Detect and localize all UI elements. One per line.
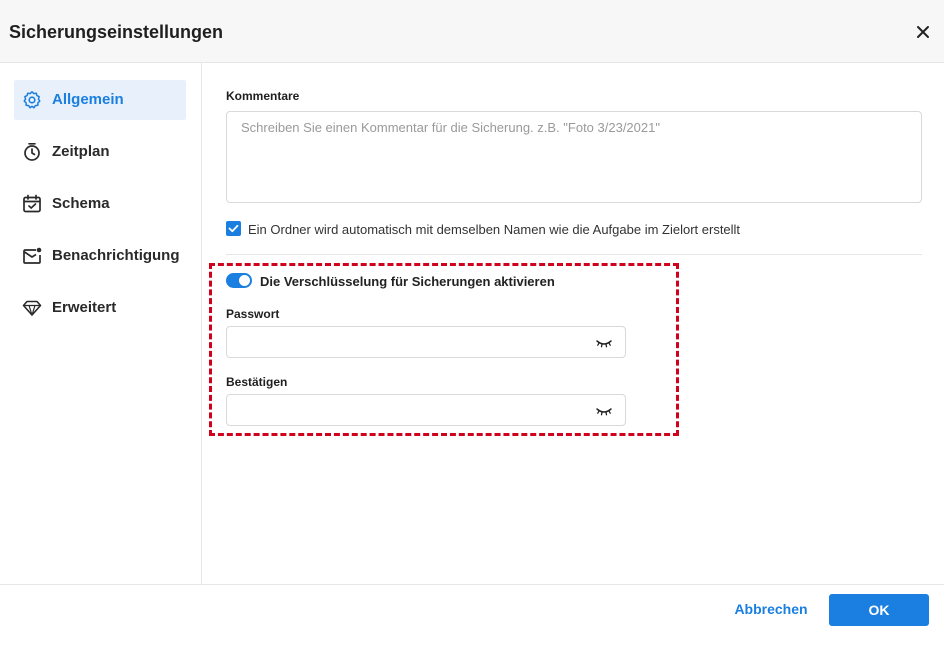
sidebar-item-benachrichtigung[interactable]: Benachrichtigung <box>14 236 186 276</box>
dialog-footer: Abbrechen OK <box>0 584 944 646</box>
ok-button[interactable]: OK <box>829 594 929 626</box>
password-field <box>226 326 626 358</box>
auto-folder-label: Ein Ordner wird automatisch mit demselbe… <box>248 222 741 237</box>
sidebar-item-allgemein[interactable]: Allgemein <box>14 80 186 120</box>
confirm-password-field <box>226 394 626 426</box>
cancel-button[interactable]: Abbrechen <box>724 601 818 621</box>
comments-label: Kommentare <box>226 89 300 103</box>
show-confirm-password-button[interactable] <box>595 404 613 418</box>
confirm-label: Bestätigen <box>226 375 288 389</box>
sidebar-item-schema[interactable]: Schema <box>14 184 186 224</box>
section-divider <box>226 254 922 255</box>
sidebar-item-label: Erweitert <box>52 299 117 316</box>
auto-folder-checkbox[interactable] <box>226 221 241 236</box>
sidebar-item-erweitert[interactable]: Erweitert <box>14 288 186 328</box>
encryption-toggle-label: Die Verschlüsselung für Sicherungen akti… <box>260 274 555 289</box>
mail-notification-icon <box>22 246 42 266</box>
comments-textarea[interactable] <box>226 111 922 203</box>
sidebar-item-zeitplan[interactable]: Zeitplan <box>14 132 186 172</box>
sidebar-item-label: Zeitplan <box>52 143 110 160</box>
confirm-password-input[interactable] <box>227 395 587 425</box>
sidebar-item-label: Benachrichtigung <box>52 247 180 264</box>
dialog-title: Sicherungseinstellungen <box>9 22 224 42</box>
show-password-button[interactable] <box>595 336 613 350</box>
stopwatch-icon <box>22 142 42 162</box>
encryption-toggle[interactable] <box>226 273 252 288</box>
eye-closed-icon <box>596 408 612 416</box>
toggle-knob <box>239 275 250 286</box>
settings-sidebar: Allgemein Zeitplan Schema Benachrichtigu… <box>0 63 202 584</box>
close-icon <box>917 26 929 38</box>
eye-closed-icon <box>596 340 612 348</box>
dialog-header: Sicherungseinstellungen <box>0 0 944 63</box>
diamond-icon <box>22 298 42 318</box>
backup-settings-dialog: Sicherungseinstellungen Allgemein Zeitpl… <box>0 0 944 646</box>
sidebar-item-label: Schema <box>52 195 110 212</box>
gear-icon <box>22 90 42 110</box>
general-settings-panel: Kommentare Ein Ordner wird automatisch m… <box>203 63 944 584</box>
close-button[interactable] <box>912 21 934 43</box>
sidebar-item-label: Allgemein <box>52 91 124 108</box>
checkmark-icon <box>228 224 239 233</box>
password-input[interactable] <box>227 327 587 357</box>
password-label: Passwort <box>226 307 280 321</box>
calendar-check-icon <box>22 194 42 214</box>
